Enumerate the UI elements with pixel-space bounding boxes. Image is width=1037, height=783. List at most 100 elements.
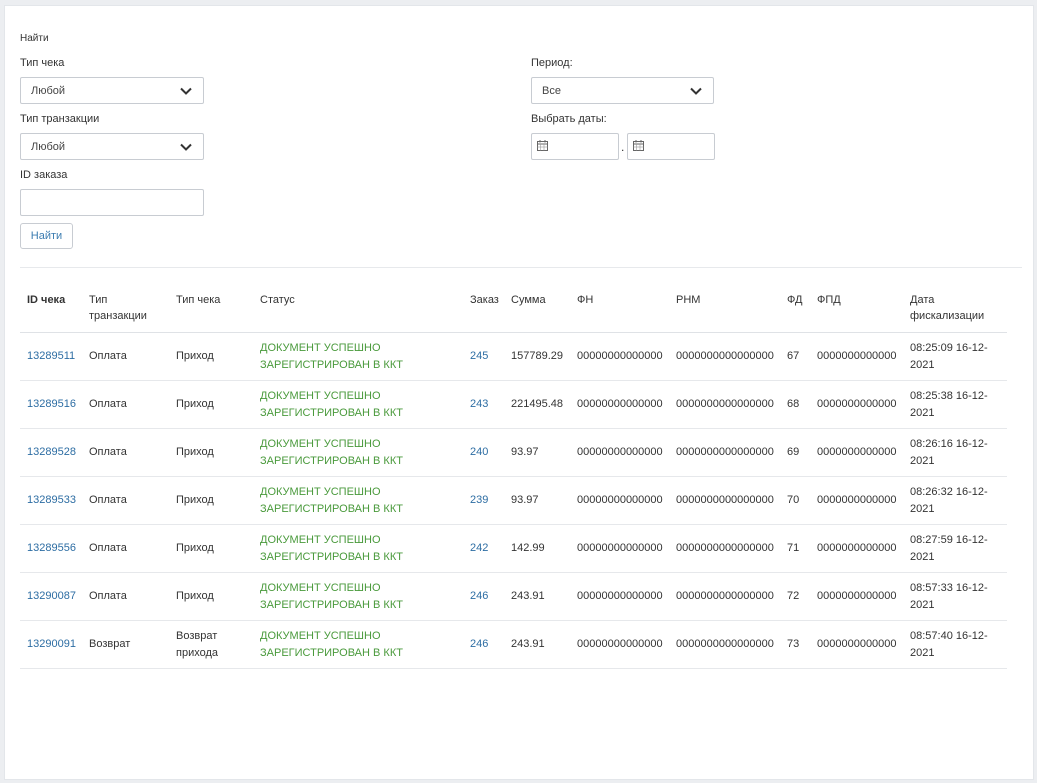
fd-cell: 67 — [780, 332, 810, 381]
col-header-status[interactable]: Статус — [253, 282, 463, 333]
transaction-type-cell: Оплата — [82, 428, 169, 477]
date-cell: 08:57:33 16-12-2021 — [903, 572, 1007, 621]
col-header-amount[interactable]: Сумма — [504, 282, 570, 333]
status-cell: ДОКУМЕНТ УСПЕШНО ЗАРЕГИСТРИРОВАН В ККТ — [253, 380, 463, 429]
rnm-cell: 0000000000000000 — [669, 572, 780, 621]
col-header-receipt-type[interactable]: Тип чека — [169, 282, 253, 333]
transaction-type-cell: Оплата — [82, 524, 169, 573]
order-link[interactable]: 243 — [463, 380, 504, 429]
table-row: 13289533 Оплата Приход ДОКУМЕНТ УСПЕШНО … — [20, 476, 1007, 525]
table-row: 13289511 Оплата Приход ДОКУМЕНТ УСПЕШНО … — [20, 332, 1007, 381]
dates-label: Выбрать даты: — [531, 113, 607, 125]
date-cell: 08:27:59 16-12-2021 — [903, 524, 1007, 573]
calendar-icon — [537, 139, 548, 154]
calendar-icon — [633, 139, 644, 154]
amount-cell: 93.97 — [504, 428, 570, 477]
receipt-id-link[interactable]: 13289528 — [20, 428, 82, 477]
transaction-type-cell: Возврат — [82, 620, 169, 669]
col-header-fpd[interactable]: ФПД — [810, 282, 903, 333]
receipt-type-cell: Приход — [169, 524, 253, 573]
chevron-down-icon — [179, 84, 193, 98]
receipt-type-cell: Приход — [169, 476, 253, 525]
find-button[interactable]: Найти — [20, 223, 73, 249]
fpd-cell: 0000000000000 — [810, 572, 903, 621]
fn-cell: 00000000000000 — [570, 380, 669, 429]
fpd-cell: 0000000000000 — [810, 620, 903, 669]
status-cell: ДОКУМЕНТ УСПЕШНО ЗАРЕГИСТРИРОВАН В ККТ — [253, 620, 463, 669]
fpd-cell: 0000000000000 — [810, 428, 903, 477]
table-row: 13289528 Оплата Приход ДОКУМЕНТ УСПЕШНО … — [20, 428, 1007, 477]
fd-cell: 68 — [780, 380, 810, 429]
receipt-id-link[interactable]: 13289533 — [20, 476, 82, 525]
order-link[interactable]: 246 — [463, 572, 504, 621]
status-cell: ДОКУМЕНТ УСПЕШНО ЗАРЕГИСТРИРОВАН В ККТ — [253, 332, 463, 381]
order-link[interactable]: 240 — [463, 428, 504, 477]
col-header-rnm[interactable]: РНМ — [669, 282, 780, 333]
fn-cell: 00000000000000 — [570, 524, 669, 573]
fpd-cell: 0000000000000 — [810, 332, 903, 381]
rnm-cell: 0000000000000000 — [669, 476, 780, 525]
receipt-type-label: Тип чека — [20, 57, 65, 69]
receipt-type-cell: Приход — [169, 572, 253, 621]
fd-cell: 70 — [780, 476, 810, 525]
date-cell: 08:57:40 16-12-2021 — [903, 620, 1007, 669]
rnm-cell: 0000000000000000 — [669, 332, 780, 381]
fn-cell: 00000000000000 — [570, 332, 669, 381]
fpd-cell: 0000000000000 — [810, 476, 903, 525]
receipt-id-link[interactable]: 13289516 — [20, 380, 82, 429]
order-id-label: ID заказа — [20, 169, 68, 181]
table-row: 13290087 Оплата Приход ДОКУМЕНТ УСПЕШНО … — [20, 572, 1007, 621]
amount-cell: 157789.29 — [504, 332, 570, 381]
receipts-panel: Найти Тип чека Любой Тип транзакции Любо… — [4, 5, 1034, 780]
transaction-type-value: Любой — [31, 140, 66, 153]
receipt-type-cell: Приход — [169, 380, 253, 429]
status-cell: ДОКУМЕНТ УСПЕШНО ЗАРЕГИСТРИРОВАН В ККТ — [253, 524, 463, 573]
transaction-type-select[interactable]: Любой — [20, 133, 204, 160]
date-cell: 08:26:32 16-12-2021 — [903, 476, 1007, 525]
receipt-id-link[interactable]: 13289511 — [20, 332, 82, 381]
col-header-date[interactable]: Дата фискализации — [903, 282, 1007, 333]
receipt-type-cell: Приход — [169, 332, 253, 381]
period-select[interactable]: Все — [531, 77, 714, 104]
col-header-transaction-type[interactable]: Тип транзакции — [82, 282, 169, 333]
amount-cell: 221495.48 — [504, 380, 570, 429]
fd-cell: 69 — [780, 428, 810, 477]
amount-cell: 142.99 — [504, 524, 570, 573]
fpd-cell: 0000000000000 — [810, 524, 903, 573]
col-header-order[interactable]: Заказ — [463, 282, 504, 333]
date-cell: 08:25:09 16-12-2021 — [903, 332, 1007, 381]
receipt-id-link[interactable]: 13289556 — [20, 524, 82, 573]
date-to-input[interactable] — [627, 133, 715, 160]
order-link[interactable]: 246 — [463, 620, 504, 669]
divider — [20, 267, 1022, 268]
fd-cell: 72 — [780, 572, 810, 621]
amount-cell: 243.91 — [504, 620, 570, 669]
period-value: Все — [542, 84, 561, 97]
receipt-type-cell: Возврат прихода — [169, 620, 253, 669]
col-header-fn[interactable]: ФН — [570, 282, 669, 333]
receipt-id-link[interactable]: 13290087 — [20, 572, 82, 621]
fn-cell: 00000000000000 — [570, 620, 669, 669]
receipt-id-link[interactable]: 13290091 — [20, 620, 82, 669]
filter-title: Найти — [20, 33, 49, 44]
fn-cell: 00000000000000 — [570, 428, 669, 477]
receipt-type-value: Любой — [31, 84, 66, 97]
fpd-cell: 0000000000000 — [810, 380, 903, 429]
rnm-cell: 0000000000000000 — [669, 380, 780, 429]
order-link[interactable]: 245 — [463, 332, 504, 381]
status-cell: ДОКУМЕНТ УСПЕШНО ЗАРЕГИСТРИРОВАН В ККТ — [253, 572, 463, 621]
amount-cell: 243.91 — [504, 572, 570, 621]
order-id-input[interactable] — [20, 189, 204, 216]
date-separator: . — [621, 140, 625, 154]
chevron-down-icon — [689, 84, 703, 98]
col-header-fd[interactable]: ФД — [780, 282, 810, 333]
order-link[interactable]: 242 — [463, 524, 504, 573]
status-cell: ДОКУМЕНТ УСПЕШНО ЗАРЕГИСТРИРОВАН В ККТ — [253, 476, 463, 525]
date-cell: 08:25:38 16-12-2021 — [903, 380, 1007, 429]
order-link[interactable]: 239 — [463, 476, 504, 525]
table-row: 13289556 Оплата Приход ДОКУМЕНТ УСПЕШНО … — [20, 524, 1007, 573]
receipt-type-select[interactable]: Любой — [20, 77, 204, 104]
table-row: 13290091 Возврат Возврат прихода ДОКУМЕН… — [20, 620, 1007, 669]
date-from-input[interactable] — [531, 133, 619, 160]
col-header-id[interactable]: ID чека — [20, 282, 82, 333]
